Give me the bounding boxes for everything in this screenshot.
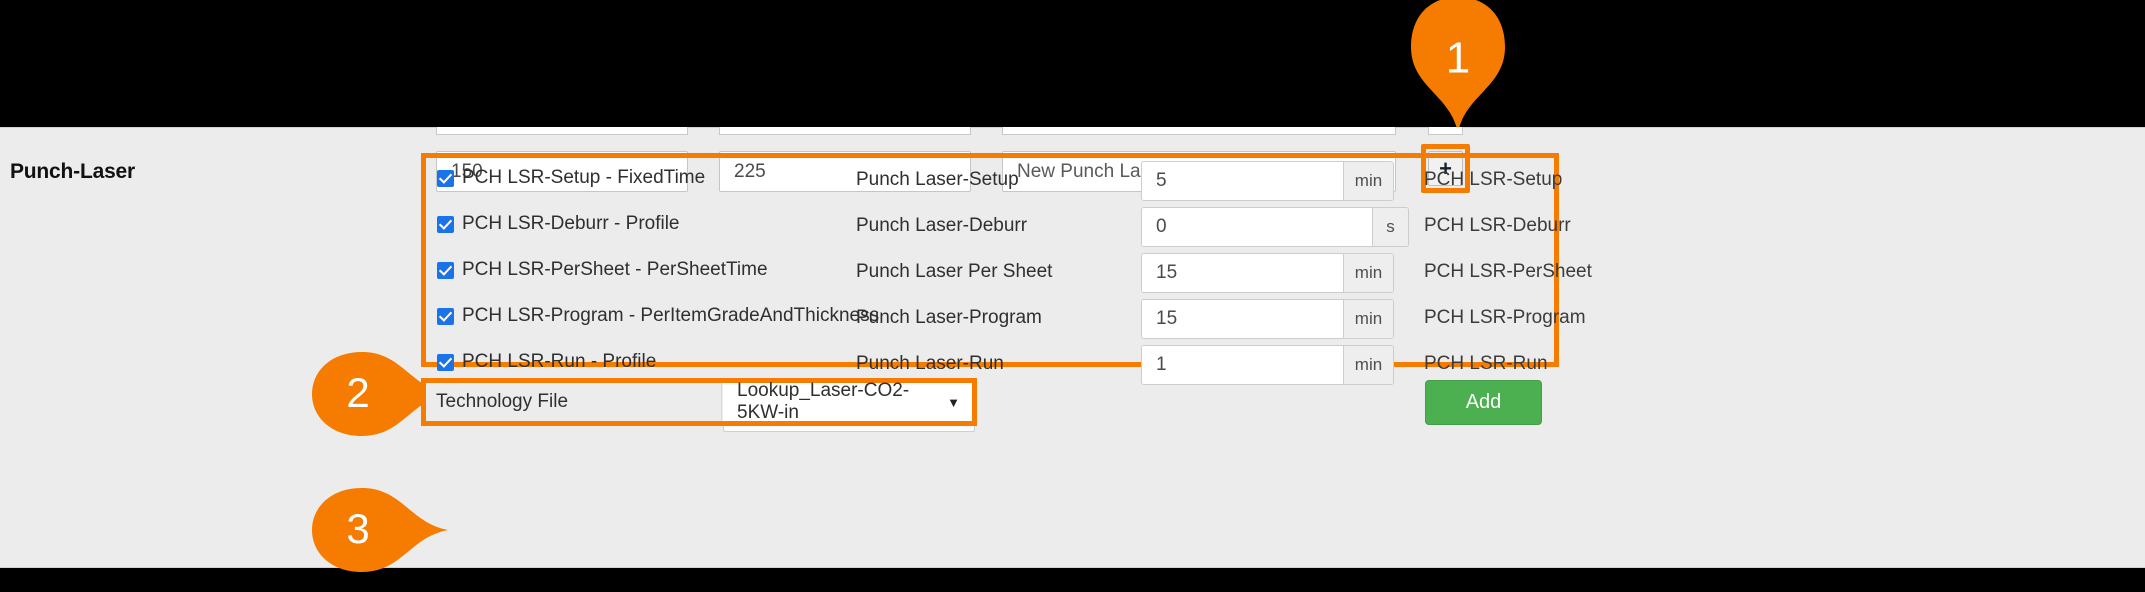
operation-unit-addon: min — [1343, 254, 1393, 292]
above-row-stub — [1002, 127, 1396, 135]
chevron-down-icon: ▼ — [947, 394, 960, 410]
operation-code: PCH LSR-Run — [1424, 353, 1548, 374]
above-row-stub — [1428, 127, 1463, 135]
checkbox-checked-icon[interactable] — [437, 169, 454, 187]
checkbox-checked-icon[interactable] — [437, 353, 454, 371]
above-row-stub — [436, 127, 688, 135]
technology-file-selected-option: Lookup_Laser-CO2-5KW-in — [737, 380, 910, 423]
operation-unit-addon: min — [1343, 346, 1393, 384]
operation-value-input[interactable]: 1 — [1142, 346, 1343, 384]
content-panel: Punch-Laser 150 225 New Punch Laser + 2 … — [0, 127, 2145, 572]
operation-unit-addon: s — [1372, 208, 1408, 246]
operation-checkbox-label: PCH LSR-Run - Profile — [462, 351, 657, 372]
operation-row: PCH LSR-Program - PerItemGradeAndThickne… — [426, 296, 1586, 342]
operation-checkbox-group[interactable]: PCH LSR-Program - PerItemGradeAndThickne… — [437, 305, 879, 327]
operation-value-input[interactable]: 0 — [1142, 208, 1372, 246]
callout-marker-1: 1 — [1403, 0, 1513, 135]
operation-code: PCH LSR-PerSheet — [1424, 261, 1592, 282]
operation-checkbox-label: PCH LSR-Setup - FixedTime — [462, 167, 706, 188]
operation-unit-addon: min — [1343, 162, 1393, 200]
operations-list: PCH LSR-Setup - FixedTime Punch Laser-Set… — [426, 158, 1592, 385]
operation-checkbox-group[interactable]: PCH LSR-Run - Profile — [437, 351, 656, 373]
operation-value-input-group[interactable]: 5 min — [1141, 161, 1394, 201]
callout-marker-3: 3 — [290, 480, 450, 580]
add-button-label: Add — [1465, 391, 1502, 413]
operation-code: PCH LSR-Setup — [1424, 169, 1563, 190]
operation-value-input[interactable]: 5 — [1142, 162, 1343, 200]
callout-marker-3-number: 3 — [346, 505, 369, 552]
operation-name: Punch Laser-Run — [856, 353, 1004, 374]
operation-checkbox-label: PCH LSR-PerSheet - PerSheetTime — [462, 259, 768, 280]
operation-checkbox-group[interactable]: PCH LSR-Deburr - Profile — [437, 213, 680, 235]
operation-row: PCH LSR-PerSheet - PerSheetTime Punch Las… — [426, 250, 1592, 296]
operation-value-input-group[interactable]: 15 min — [1141, 299, 1394, 339]
operation-checkbox-label: PCH LSR-Program - PerItemGradeAndThickne… — [462, 305, 880, 326]
checkbox-checked-icon[interactable] — [437, 215, 454, 233]
above-row-stub — [719, 127, 971, 135]
add-button[interactable]: Add — [1425, 380, 1542, 425]
operation-checkbox-label: PCH LSR-Deburr - Profile — [462, 213, 680, 234]
checkbox-checked-icon[interactable] — [437, 307, 454, 325]
operation-value-input[interactable]: 15 — [1142, 254, 1343, 292]
callout-marker-1-number: 1 — [1446, 34, 1470, 83]
page-title: Punch-Laser — [10, 160, 135, 183]
technology-file-select[interactable]: Lookup_Laser-CO2-5KW-in ▼ — [723, 380, 972, 423]
operation-name: Punch Laser-Program — [856, 307, 1042, 328]
operation-code: PCH LSR-Program — [1424, 307, 1586, 328]
checkbox-checked-icon[interactable] — [437, 261, 454, 279]
technology-file-label: Technology File — [426, 383, 722, 421]
operation-checkbox-group[interactable]: PCH LSR-Setup - FixedTime — [437, 167, 705, 189]
operation-name: Punch Laser-Deburr — [856, 215, 1028, 236]
operation-checkbox-group[interactable]: PCH LSR-PerSheet - PerSheetTime — [437, 259, 768, 281]
operation-value-input-group[interactable]: 15 min — [1141, 253, 1394, 293]
screen-root: 1 Punch-Laser 150 225 New Punch Laser + … — [0, 0, 2145, 592]
operation-row: PCH LSR-Setup - FixedTime Punch Laser-Set… — [426, 158, 1562, 204]
operation-value-input-group[interactable]: 0s — [1141, 207, 1409, 247]
operation-value-input[interactable]: 15 — [1142, 300, 1343, 338]
operation-unit-addon: min — [1343, 300, 1393, 338]
operation-row: PCH LSR-Deburr - Profile Punch Laser-Debu… — [426, 204, 1571, 250]
operation-value-input-group[interactable]: 1 min — [1141, 345, 1394, 385]
operation-name: Punch Laser Per Sheet — [856, 261, 1053, 282]
operation-code: PCH LSR-Deburr — [1424, 215, 1571, 236]
operation-name: Punch Laser-Setup — [856, 169, 1019, 190]
callout-marker-2-number: 2 — [346, 369, 369, 416]
